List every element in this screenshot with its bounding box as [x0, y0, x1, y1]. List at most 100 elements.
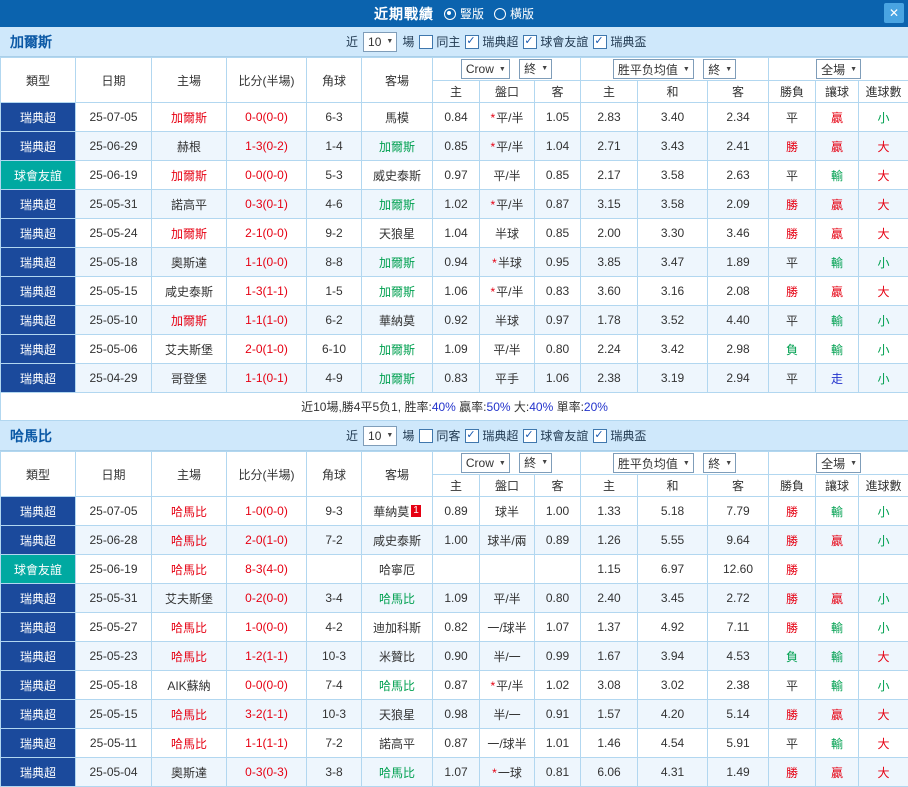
avg-home: 1.78 [581, 306, 638, 335]
final-avg-select[interactable]: 終▼ [703, 453, 736, 473]
match-count-select[interactable]: 10▼ [363, 426, 397, 446]
odds-away: 1.01 [535, 729, 581, 758]
home-team-name: 加爾斯 [171, 111, 207, 125]
league-checkbox-swedish-super[interactable]: 瑞典超 [465, 33, 518, 50]
result-handicap: 輸 [816, 642, 859, 671]
result-goals: 小 [859, 613, 908, 642]
match-date: 25-05-10 [76, 306, 152, 335]
match-score: 1-1(1-0) [227, 306, 307, 335]
titlebar: 近期戰績 豎版 橫版 ✕ [0, 0, 908, 27]
match-date: 25-05-06 [76, 335, 152, 364]
avg-away: 2.34 [708, 103, 769, 132]
home-team-name: 艾夫斯堡 [165, 343, 213, 357]
home-team: 加爾斯 [152, 103, 227, 132]
odds-handicap: 半球 [480, 219, 535, 248]
chevron-down-icon: ▼ [850, 66, 857, 73]
result-goals [859, 555, 908, 584]
away-team-name: 加爾斯 [379, 285, 415, 299]
avg-away: 1.89 [708, 248, 769, 277]
chevron-down-icon: ▼ [499, 460, 506, 467]
match-score: 1-1(0-0) [227, 248, 307, 277]
result-goals: 大 [859, 758, 908, 787]
home-team-name: 哈馬比 [171, 505, 207, 519]
away-team-name: 加爾斯 [379, 198, 415, 212]
avg-away: 2.98 [708, 335, 769, 364]
match-count-select[interactable]: 10▼ [363, 32, 397, 52]
corner-count: 9-2 [307, 219, 362, 248]
col-avg-away: 客 [708, 475, 769, 497]
summary-part: 贏率: [456, 400, 487, 414]
company-select[interactable]: Crow▼ [461, 453, 510, 473]
home-team-name: 哈馬比 [171, 563, 207, 577]
away-team-name: 華納莫 [379, 314, 415, 328]
same-away-checkbox[interactable]: 同客 [419, 427, 460, 444]
avg-select[interactable]: 胜平负均值▼ [613, 59, 694, 79]
match-score: 0-3(0-3) [227, 758, 307, 787]
result-handicap: 輸 [816, 306, 859, 335]
odds-home: 1.02 [433, 190, 480, 219]
result-wdl: 平 [769, 103, 816, 132]
league-checkbox-club-friendly[interactable]: 球會友誼 [523, 427, 588, 444]
league-checkbox-club-friendly[interactable]: 球會友誼 [523, 33, 588, 50]
layout-radio-vertical[interactable]: 豎版 [444, 5, 484, 22]
odds-away: 0.97 [535, 306, 581, 335]
avg-draw: 4.20 [638, 700, 708, 729]
avg-home: 1.46 [581, 729, 638, 758]
col-odds-handicap: 盤口 [480, 81, 535, 103]
result-goals: 小 [859, 103, 908, 132]
league-label: 球會友誼 [540, 33, 588, 50]
result-goals: 小 [859, 364, 908, 393]
odds-away: 0.87 [535, 190, 581, 219]
home-team-name: 奧斯達 [171, 256, 207, 270]
league-checkbox-swedish-cup[interactable]: 瑞典盃 [593, 427, 646, 444]
match-score: 0-0(0-0) [227, 161, 307, 190]
league-checkbox-swedish-super[interactable]: 瑞典超 [465, 427, 518, 444]
league-badge: 瑞典超 [1, 758, 76, 787]
home-team: 哈馬比 [152, 497, 227, 526]
avg-draw: 3.02 [638, 671, 708, 700]
final-odds-select[interactable]: 終▼ [519, 453, 552, 473]
layout-radio-horizontal[interactable]: 橫版 [494, 5, 534, 22]
result-goals: 小 [859, 306, 908, 335]
avg-away: 12.60 [708, 555, 769, 584]
header-controls: 近 10▼ 場 同客 瑞典超 球會友誼 瑞典盃 [346, 426, 646, 446]
match-date: 25-05-18 [76, 248, 152, 277]
result-handicap: 贏 [816, 219, 859, 248]
home-team: 奧斯達 [152, 758, 227, 787]
final-avg-select[interactable]: 終▼ [703, 59, 736, 79]
scope-select[interactable]: 全場▼ [816, 59, 861, 79]
same-home-checkbox[interactable]: 同主 [419, 33, 460, 50]
chevron-down-icon: ▼ [499, 66, 506, 73]
match-date: 25-05-23 [76, 642, 152, 671]
match-date: 25-04-29 [76, 364, 152, 393]
home-team-name: 加爾斯 [171, 314, 207, 328]
close-icon[interactable]: ✕ [884, 3, 904, 23]
match-row: 瑞典超25-05-24加爾斯2-1(0-0)9-2天狼星1.04半球0.852.… [1, 219, 908, 248]
league-checkbox-swedish-cup[interactable]: 瑞典盃 [593, 33, 646, 50]
home-team: 哈馬比 [152, 642, 227, 671]
odds-home: 1.09 [433, 335, 480, 364]
col-result: 勝負 [769, 475, 816, 497]
odds-home: 0.92 [433, 306, 480, 335]
checkbox-icon [419, 35, 433, 49]
avg-home: 2.17 [581, 161, 638, 190]
home-team: 哈馬比 [152, 700, 227, 729]
avg-draw: 4.92 [638, 613, 708, 642]
near-label: 近 [346, 427, 358, 444]
corner-count: 9-3 [307, 497, 362, 526]
final-odds-select[interactable]: 終▼ [519, 59, 552, 79]
avg-select[interactable]: 胜平负均值▼ [613, 453, 694, 473]
result-wdl: 勝 [769, 613, 816, 642]
away-team-name: 天狼星 [379, 708, 415, 722]
col-score: 比分(半場) [227, 58, 307, 103]
company-select[interactable]: Crow▼ [461, 59, 510, 79]
odds-handicap: 平/半 [480, 584, 535, 613]
col-type: 類型 [1, 58, 76, 103]
match-row: 瑞典超25-05-06艾夫斯堡2-0(1-0)6-10加爾斯1.09平/半0.8… [1, 335, 908, 364]
near-label: 近 [346, 33, 358, 50]
col-date: 日期 [76, 452, 152, 497]
odds-away: 0.91 [535, 700, 581, 729]
team-name: 哈馬比 [10, 426, 52, 446]
result-handicap: 贏 [816, 277, 859, 306]
scope-select[interactable]: 全場▼ [816, 453, 861, 473]
